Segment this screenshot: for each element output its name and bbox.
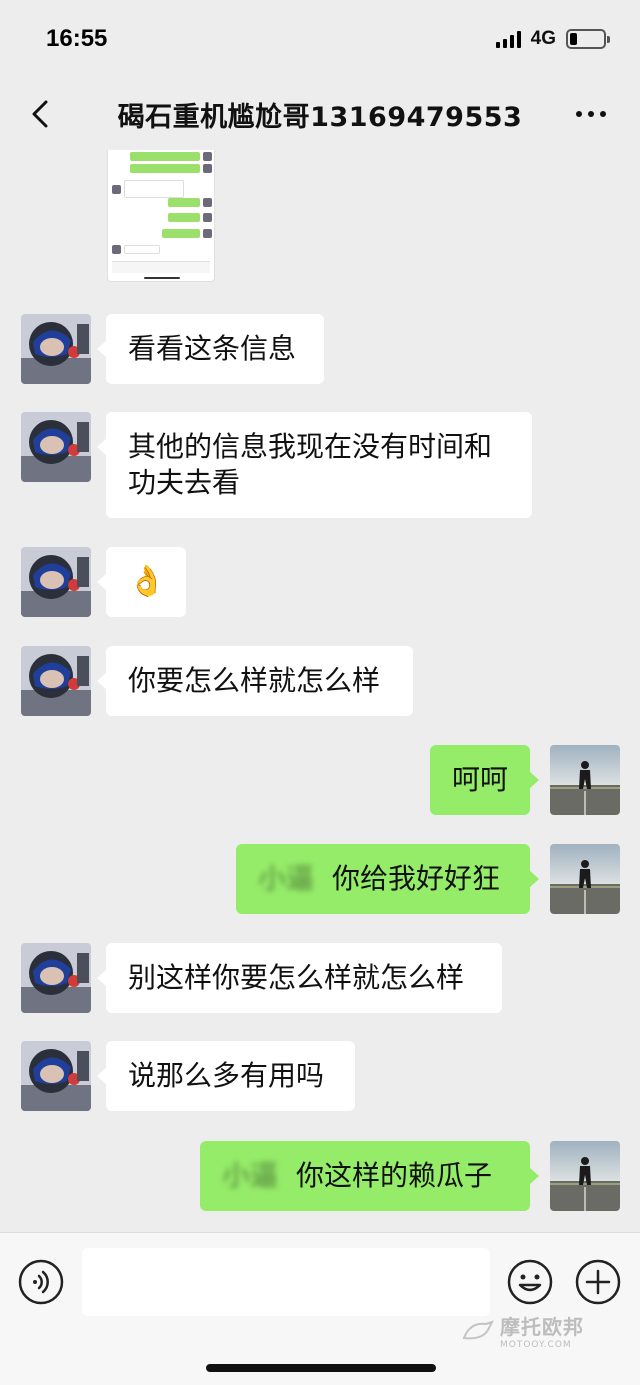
message-row: 你要怎么样就怎么样 xyxy=(0,646,640,716)
plus-icon[interactable] xyxy=(575,1259,621,1305)
contact-avatar[interactable] xyxy=(21,547,91,617)
contact-avatar[interactable] xyxy=(21,943,91,1013)
status-bar: 16:55 4G xyxy=(0,0,640,78)
watermark-logo-icon xyxy=(462,1319,494,1339)
message-row: 别这样你要怎么样就怎么样 xyxy=(0,943,640,1013)
message-text: 👌 xyxy=(128,564,166,599)
message-text: 你给我好好狂 xyxy=(332,862,501,895)
contact-message-bubble[interactable]: 👌 xyxy=(97,547,186,617)
message-text: 你这样的赖瓜子 xyxy=(296,1159,493,1192)
blurred-name: 小逼 xyxy=(222,1159,279,1192)
contact-avatar[interactable] xyxy=(21,412,91,482)
contact-message-bubble[interactable]: 别这样你要怎么样就怎么样 xyxy=(97,943,502,1013)
watermark: 摩托欧邦 MOTOOY.COM xyxy=(462,1311,584,1350)
home-indicator xyxy=(206,1364,436,1372)
emoji-icon[interactable] xyxy=(507,1259,553,1305)
message-text: 呵呵 xyxy=(452,763,509,796)
message-row: 说那么多有用吗 xyxy=(0,1041,640,1111)
message-row: 看看这条信息 xyxy=(0,314,640,384)
nav-bar: 碣石重机尴尬哥13169479553 xyxy=(0,78,640,150)
my-message-bubble[interactable]: 小逼 你这样的赖瓜子 xyxy=(200,1141,539,1211)
watermark-main: 摩托欧邦 xyxy=(500,1315,584,1339)
message-row: 呵呵 xyxy=(0,745,640,815)
my-avatar[interactable] xyxy=(550,1141,620,1211)
message-text: 其他的信息我现在没有时间和功夫去看 xyxy=(128,430,493,499)
my-avatar[interactable] xyxy=(550,844,620,914)
message-input[interactable] xyxy=(82,1248,490,1316)
status-time: 16:55 xyxy=(46,25,108,52)
message-row: 👌 xyxy=(0,547,640,617)
contact-avatar[interactable] xyxy=(21,314,91,384)
watermark-sub: MOTOOY.COM xyxy=(500,1340,572,1350)
contact-avatar[interactable] xyxy=(21,646,91,716)
message-row: 小逼 你给我好好狂 xyxy=(0,844,640,914)
battery-icon xyxy=(566,29,610,49)
my-message-bubble[interactable]: 小逼 你给我好好狂 xyxy=(236,844,539,914)
voice-icon[interactable] xyxy=(18,1259,64,1305)
contact-message-bubble[interactable]: 其他的信息我现在没有时间和功夫去看 xyxy=(97,412,532,518)
image-message[interactable] xyxy=(107,150,215,282)
more-icon[interactable] xyxy=(576,104,610,124)
message-text: 别这样你要怎么样就怎么样 xyxy=(128,961,465,994)
my-avatar[interactable] xyxy=(550,745,620,815)
contact-avatar[interactable] xyxy=(21,1041,91,1111)
back-chevron-icon[interactable] xyxy=(28,98,58,130)
contact-message-bubble[interactable]: 你要怎么样就怎么样 xyxy=(97,646,413,716)
message-text: 说那么多有用吗 xyxy=(128,1059,325,1092)
chat-title: 碣石重机尴尬哥13169479553 xyxy=(117,101,523,133)
message-text: 看看这条信息 xyxy=(128,332,297,365)
chat-area[interactable]: 看看这条信息 其他的信息我现在没有时间和功夫去看 👌 你要怎么样就怎么样 呵呵 小逼 你给我… xyxy=(0,150,640,1232)
message-row: 其他的信息我现在没有时间和功夫去看 xyxy=(0,412,640,518)
status-indicators: 4G xyxy=(495,28,610,50)
contact-message-bubble[interactable]: 说那么多有用吗 xyxy=(97,1041,355,1111)
blurred-name: 小逼 xyxy=(258,862,315,895)
message-row: 小逼 你这样的赖瓜子 xyxy=(0,1141,640,1211)
input-bar: 摩托欧邦 MOTOOY.COM xyxy=(0,1232,640,1385)
network-type: 4G xyxy=(530,28,556,49)
signal-icon xyxy=(495,30,521,48)
my-message-bubble[interactable]: 呵呵 xyxy=(430,745,539,815)
contact-message-bubble[interactable]: 看看这条信息 xyxy=(97,314,324,384)
message-text: 你要怎么样就怎么样 xyxy=(128,664,381,697)
